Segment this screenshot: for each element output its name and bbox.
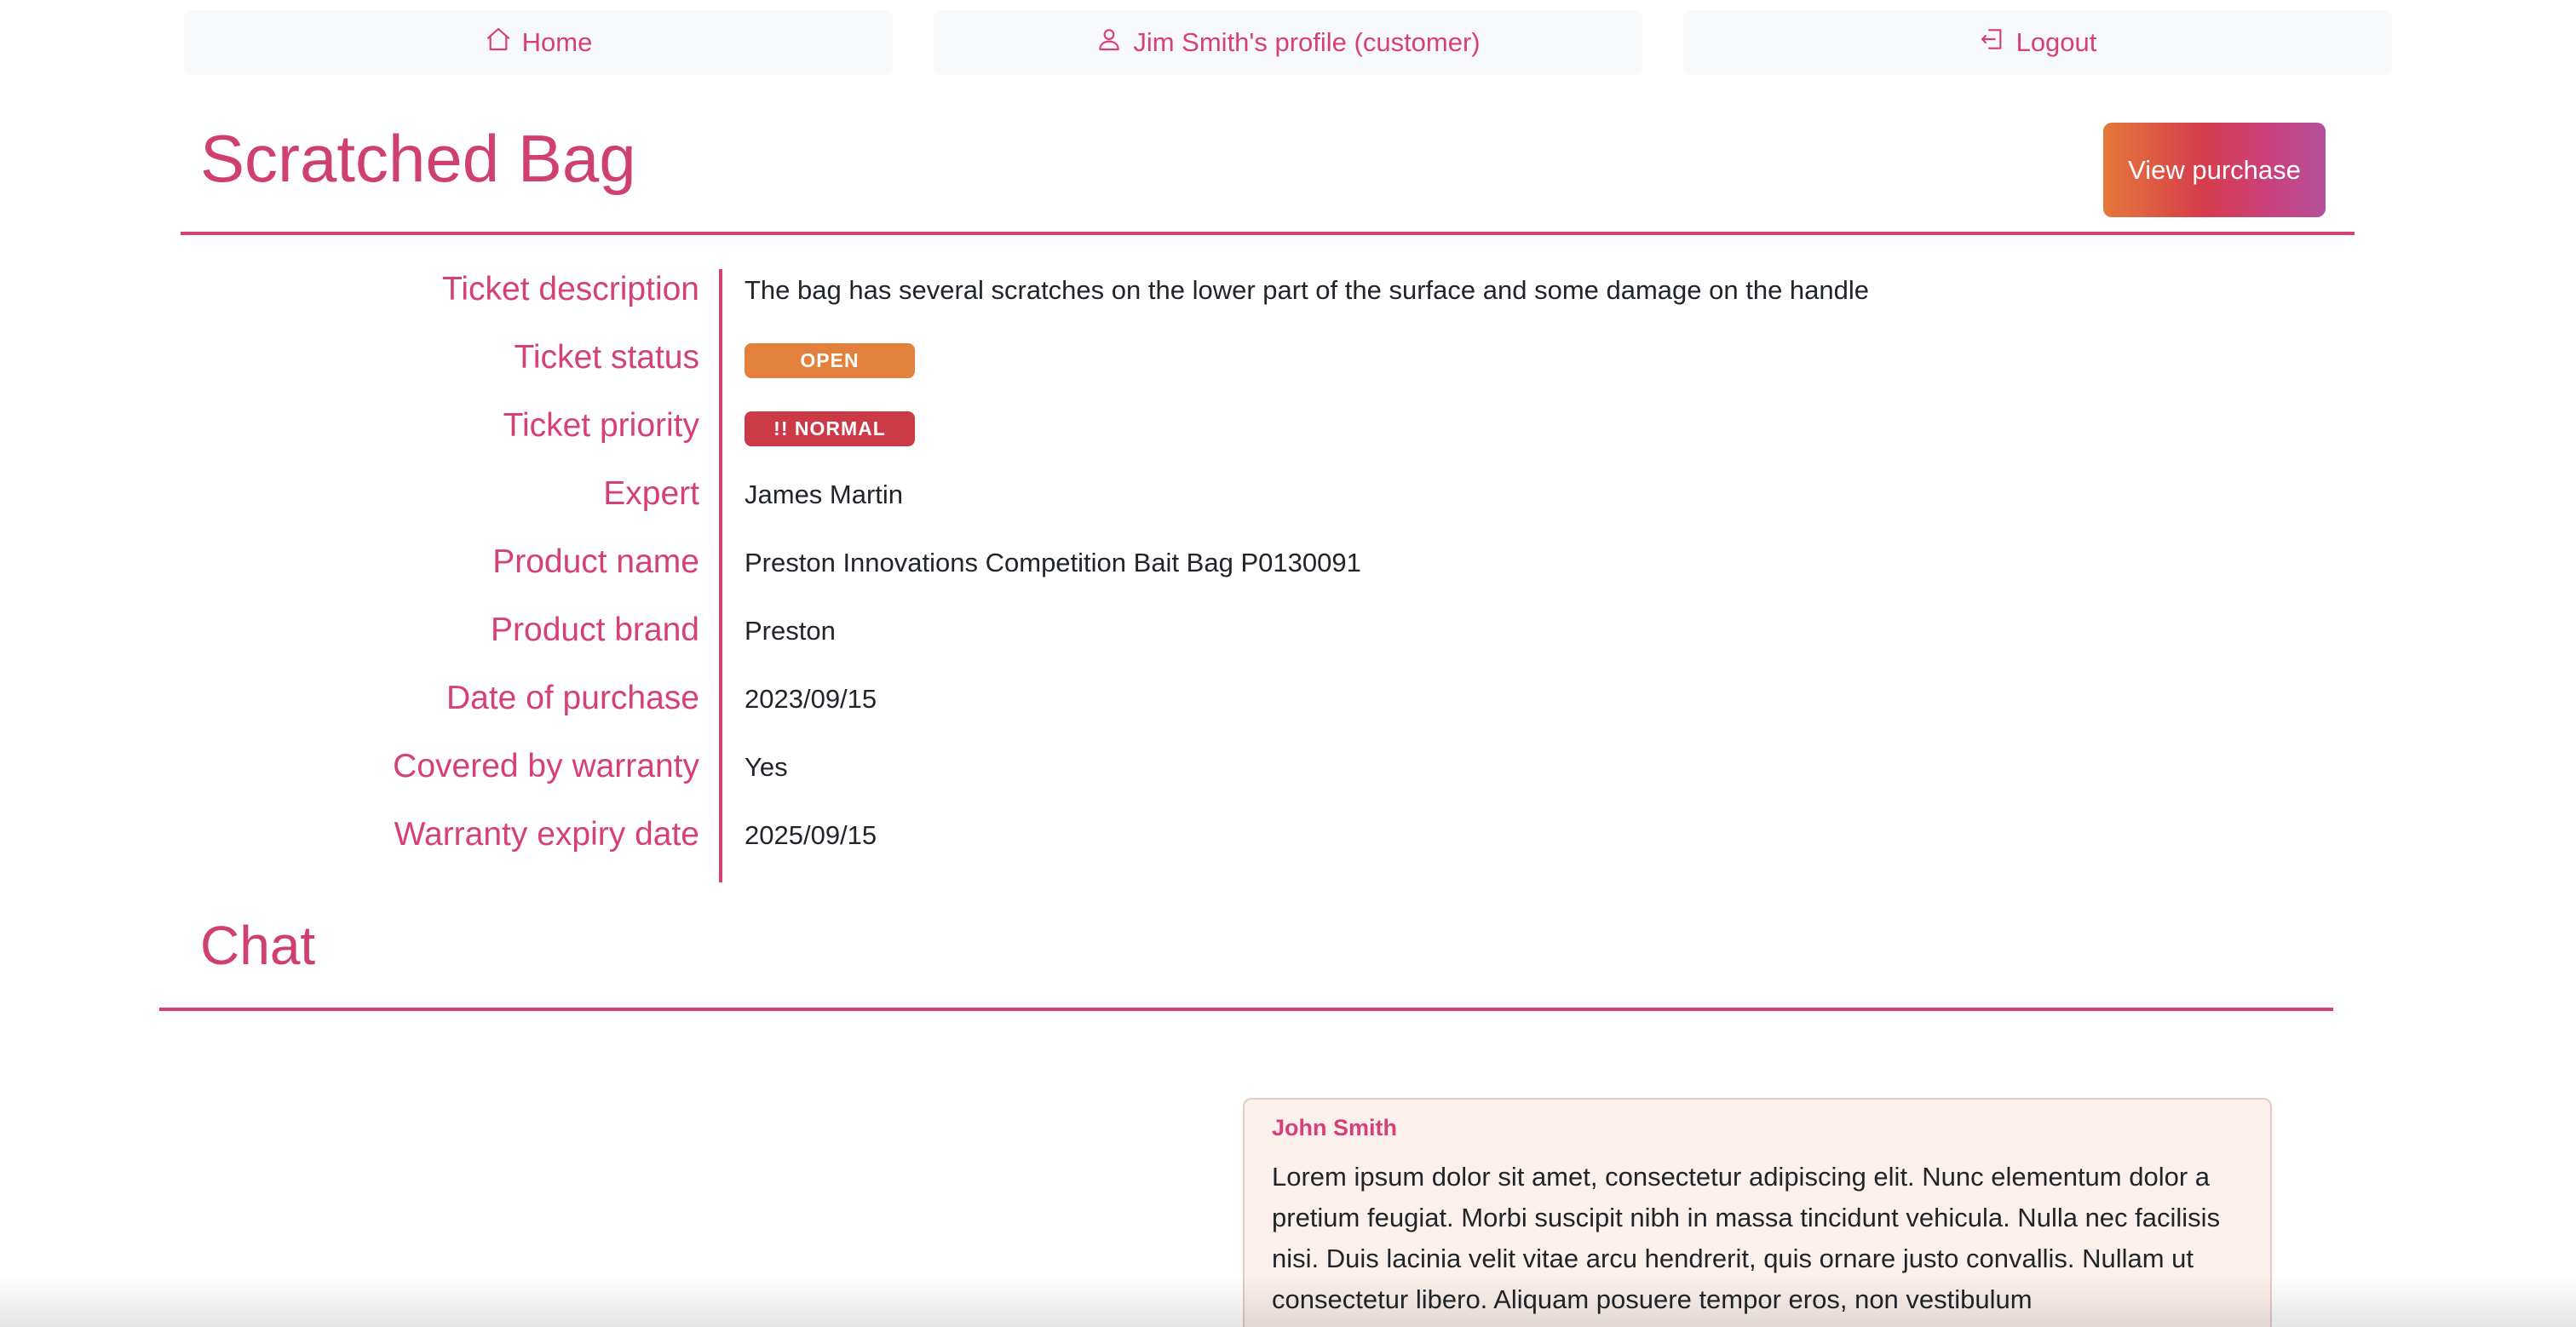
row-description: Ticket description The bag has several s… [0, 269, 2576, 337]
row-warranty: Covered by warranty Yes [0, 746, 2576, 814]
message-author: John Smith [1272, 1115, 1397, 1140]
nav-profile-label: Jim Smith's profile (customer) [1133, 27, 1481, 57]
row-status: Ticket status OPEN [0, 337, 2576, 405]
ticket-title: Scratched Bag [200, 121, 636, 196]
status-label: Ticket status [514, 339, 699, 376]
row-expert: Expert James Martin [0, 474, 2576, 542]
warranty-value: Yes [745, 752, 788, 782]
top-nav: Home Jim Smith's profile (customer) Logo… [184, 10, 2392, 75]
ticket-page: Home Jim Smith's profile (customer) Logo… [0, 0, 2576, 1327]
product-name-value: Preston Innovations Competition Bait Bag… [745, 548, 1361, 577]
nav-home-label: Home [521, 27, 593, 57]
nav-logout-label: Logout [2015, 27, 2097, 57]
product-brand-label: Product brand [491, 612, 699, 648]
row-purchase-date: Date of purchase 2023/09/15 [0, 678, 2576, 746]
warranty-expiry-value: 2025/09/15 [745, 820, 877, 850]
chat-divider [159, 1008, 2333, 1011]
view-purchase-button[interactable]: View purchase [2103, 123, 2326, 217]
nav-profile-button[interactable]: Jim Smith's profile (customer) [934, 10, 1642, 75]
nav-logout-button[interactable]: Logout [1683, 10, 2392, 75]
title-divider [181, 232, 2355, 235]
logout-icon [1979, 26, 2006, 60]
status-badge: OPEN [745, 343, 915, 378]
chat-message: John Smith Lorem ipsum dolor sit amet, c… [1243, 1098, 2272, 1327]
person-icon [1095, 26, 1123, 60]
description-label: Ticket description [441, 271, 699, 307]
row-warranty-expiry: Warranty expiry date 2025/09/15 [0, 814, 2576, 882]
product-brand-value: Preston [745, 616, 836, 646]
priority-label: Ticket priority [503, 407, 699, 444]
expert-label: Expert [603, 475, 699, 512]
row-product-brand: Product brand Preston [0, 610, 2576, 678]
message-text: Lorem ipsum dolor sit amet, consectetur … [1272, 1162, 2221, 1314]
purchase-date-label: Date of purchase [446, 680, 699, 716]
priority-badge: !! NORMAL [745, 411, 915, 446]
chat-title: Chat [200, 915, 316, 976]
warranty-expiry-label: Warranty expiry date [394, 816, 699, 853]
house-icon [485, 26, 512, 60]
purchase-date-value: 2023/09/15 [745, 684, 877, 714]
product-name-label: Product name [492, 543, 699, 580]
nav-home-button[interactable]: Home [184, 10, 893, 75]
row-product-name: Product name Preston Innovations Competi… [0, 542, 2576, 610]
warranty-label: Covered by warranty [393, 748, 699, 784]
row-priority: Ticket priority !! NORMAL [0, 405, 2576, 474]
description-value: The bag has several scratches on the low… [745, 275, 1870, 305]
expert-value: James Martin [745, 480, 904, 509]
